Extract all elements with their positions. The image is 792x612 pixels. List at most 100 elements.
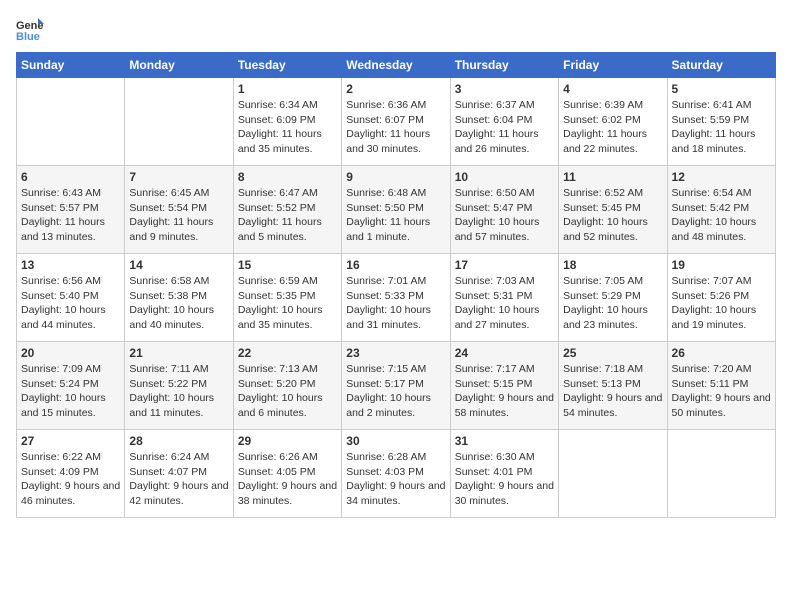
day-number: 19 [672, 258, 771, 272]
calendar-cell: 21Sunrise: 7:11 AM Sunset: 5:22 PM Dayli… [125, 342, 233, 430]
day-number: 20 [21, 346, 120, 360]
day-info: Sunrise: 6:59 AM Sunset: 5:35 PM Dayligh… [238, 274, 337, 333]
day-number: 29 [238, 434, 337, 448]
calendar-cell: 8Sunrise: 6:47 AM Sunset: 5:52 PM Daylig… [233, 166, 341, 254]
day-number: 26 [672, 346, 771, 360]
header: General Blue [16, 16, 776, 44]
day-info: Sunrise: 6:50 AM Sunset: 5:47 PM Dayligh… [455, 186, 554, 245]
calendar-cell: 29 Sunrise: 6:26 AM Sunset: 4:05 PM Dayli… [233, 430, 341, 518]
calendar-cell [667, 430, 775, 518]
day-info: Sunrise: 7:01 AM Sunset: 5:33 PM Dayligh… [346, 274, 445, 333]
calendar-cell [559, 430, 667, 518]
calendar-week-row: 27 Sunrise: 6:22 AM Sunset: 4:09 PM Dayli… [17, 430, 776, 518]
day-info: Sunrise: 6:45 AM Sunset: 5:54 PM Dayligh… [129, 186, 228, 245]
calendar-cell: 11 Sunrise: 6:52 AM Sunset: 5:45 PM Dayli… [559, 166, 667, 254]
day-info: Sunrise: 7:13 AM Sunset: 5:20 PM Dayligh… [238, 362, 337, 421]
calendar-cell: 28Sunrise: 6:24 AM Sunset: 4:07 PM Dayli… [125, 430, 233, 518]
calendar-day-header: Tuesday [233, 53, 341, 78]
day-number: 16 [346, 258, 445, 272]
calendar-day-header: Saturday [667, 53, 775, 78]
day-info: Sunrise: 7:03 AM Sunset: 5:31 PM Dayligh… [455, 274, 554, 333]
day-number: 13 [21, 258, 120, 272]
day-info: Sunrise: 6:37 AM Sunset: 6:04 PM Dayligh… [455, 98, 554, 157]
calendar-week-row: 6Sunrise: 6:43 AM Sunset: 5:57 PM Daylig… [17, 166, 776, 254]
calendar-cell: 25 Sunrise: 7:18 AM Sunset: 5:13 PM Dayli… [559, 342, 667, 430]
calendar-cell: 10 Sunrise: 6:50 AM Sunset: 5:47 PM Dayli… [450, 166, 558, 254]
calendar-cell: 24Sunrise: 7:17 AM Sunset: 5:15 PM Dayli… [450, 342, 558, 430]
calendar-cell: 30Sunrise: 6:28 AM Sunset: 4:03 PM Dayli… [342, 430, 450, 518]
day-number: 5 [672, 82, 771, 96]
day-number: 25 [563, 346, 662, 360]
day-info: Sunrise: 6:39 AM Sunset: 6:02 PM Dayligh… [563, 98, 662, 157]
day-info: Sunrise: 6:48 AM Sunset: 5:50 PM Dayligh… [346, 186, 445, 245]
day-number: 1 [238, 82, 337, 96]
day-number: 6 [21, 170, 120, 184]
day-number: 28 [129, 434, 228, 448]
calendar-day-header: Wednesday [342, 53, 450, 78]
day-number: 27 [21, 434, 120, 448]
calendar-cell: 17 Sunrise: 7:03 AM Sunset: 5:31 PM Dayli… [450, 254, 558, 342]
calendar-cell: 23 Sunrise: 7:15 AM Sunset: 5:17 PM Dayli… [342, 342, 450, 430]
day-number: 31 [455, 434, 554, 448]
day-info: Sunrise: 7:11 AM Sunset: 5:22 PM Dayligh… [129, 362, 228, 421]
day-number: 3 [455, 82, 554, 96]
calendar-cell: 13 Sunrise: 6:56 AM Sunset: 5:40 PM Dayli… [17, 254, 125, 342]
calendar-cell: 15 Sunrise: 6:59 AM Sunset: 5:35 PM Dayli… [233, 254, 341, 342]
day-number: 8 [238, 170, 337, 184]
day-number: 22 [238, 346, 337, 360]
calendar-week-row: 20Sunrise: 7:09 AM Sunset: 5:24 PM Dayli… [17, 342, 776, 430]
calendar-cell: 26 Sunrise: 7:20 AM Sunset: 5:11 PM Dayli… [667, 342, 775, 430]
calendar-cell: 1Sunrise: 6:34 AM Sunset: 6:09 PM Daylig… [233, 78, 341, 166]
day-info: Sunrise: 6:30 AM Sunset: 4:01 PM Dayligh… [455, 450, 554, 509]
day-number: 15 [238, 258, 337, 272]
day-info: Sunrise: 7:07 AM Sunset: 5:26 PM Dayligh… [672, 274, 771, 333]
day-info: Sunrise: 7:15 AM Sunset: 5:17 PM Dayligh… [346, 362, 445, 421]
calendar-cell [125, 78, 233, 166]
day-info: Sunrise: 6:52 AM Sunset: 5:45 PM Dayligh… [563, 186, 662, 245]
day-number: 11 [563, 170, 662, 184]
calendar-week-row: 1Sunrise: 6:34 AM Sunset: 6:09 PM Daylig… [17, 78, 776, 166]
day-info: Sunrise: 6:41 AM Sunset: 5:59 PM Dayligh… [672, 98, 771, 157]
calendar-cell: 7 Sunrise: 6:45 AM Sunset: 5:54 PM Daylig… [125, 166, 233, 254]
calendar-cell: 6Sunrise: 6:43 AM Sunset: 5:57 PM Daylig… [17, 166, 125, 254]
day-info: Sunrise: 6:22 AM Sunset: 4:09 PM Dayligh… [21, 450, 120, 509]
day-number: 7 [129, 170, 228, 184]
calendar-table: SundayMondayTuesdayWednesdayThursdayFrid… [16, 52, 776, 518]
calendar-day-header: Thursday [450, 53, 558, 78]
day-info: Sunrise: 6:58 AM Sunset: 5:38 PM Dayligh… [129, 274, 228, 333]
calendar-cell [17, 78, 125, 166]
calendar-cell: 16 Sunrise: 7:01 AM Sunset: 5:33 PM Dayli… [342, 254, 450, 342]
calendar-cell: 31 Sunrise: 6:30 AM Sunset: 4:01 PM Dayli… [450, 430, 558, 518]
calendar-day-header: Monday [125, 53, 233, 78]
calendar-cell: 9 Sunrise: 6:48 AM Sunset: 5:50 PM Daylig… [342, 166, 450, 254]
day-number: 18 [563, 258, 662, 272]
calendar-cell: 12 Sunrise: 6:54 AM Sunset: 5:42 PM Dayli… [667, 166, 775, 254]
day-number: 4 [563, 82, 662, 96]
calendar-day-header: Friday [559, 53, 667, 78]
day-info: Sunrise: 6:36 AM Sunset: 6:07 PM Dayligh… [346, 98, 445, 157]
logo-icon: General Blue [16, 16, 44, 44]
calendar-cell: 5 Sunrise: 6:41 AM Sunset: 5:59 PM Daylig… [667, 78, 775, 166]
svg-text:Blue: Blue [16, 31, 40, 43]
calendar-cell: 2 Sunrise: 6:36 AM Sunset: 6:07 PM Daylig… [342, 78, 450, 166]
day-info: Sunrise: 6:26 AM Sunset: 4:05 PM Dayligh… [238, 450, 337, 509]
day-number: 12 [672, 170, 771, 184]
calendar-cell: 4 Sunrise: 6:39 AM Sunset: 6:02 PM Daylig… [559, 78, 667, 166]
day-info: Sunrise: 7:20 AM Sunset: 5:11 PM Dayligh… [672, 362, 771, 421]
day-info: Sunrise: 7:05 AM Sunset: 5:29 PM Dayligh… [563, 274, 662, 333]
calendar-cell: 19 Sunrise: 7:07 AM Sunset: 5:26 PM Dayli… [667, 254, 775, 342]
day-number: 9 [346, 170, 445, 184]
day-number: 2 [346, 82, 445, 96]
calendar-cell: 20Sunrise: 7:09 AM Sunset: 5:24 PM Dayli… [17, 342, 125, 430]
day-number: 23 [346, 346, 445, 360]
calendar-week-row: 13 Sunrise: 6:56 AM Sunset: 5:40 PM Dayli… [17, 254, 776, 342]
day-info: Sunrise: 6:56 AM Sunset: 5:40 PM Dayligh… [21, 274, 120, 333]
day-info: Sunrise: 6:54 AM Sunset: 5:42 PM Dayligh… [672, 186, 771, 245]
day-number: 17 [455, 258, 554, 272]
logo: General Blue [16, 16, 44, 44]
day-number: 10 [455, 170, 554, 184]
calendar-cell: 27 Sunrise: 6:22 AM Sunset: 4:09 PM Dayli… [17, 430, 125, 518]
calendar-header-row: SundayMondayTuesdayWednesdayThursdayFrid… [17, 53, 776, 78]
calendar-day-header: Sunday [17, 53, 125, 78]
day-info: Sunrise: 7:18 AM Sunset: 5:13 PM Dayligh… [563, 362, 662, 421]
